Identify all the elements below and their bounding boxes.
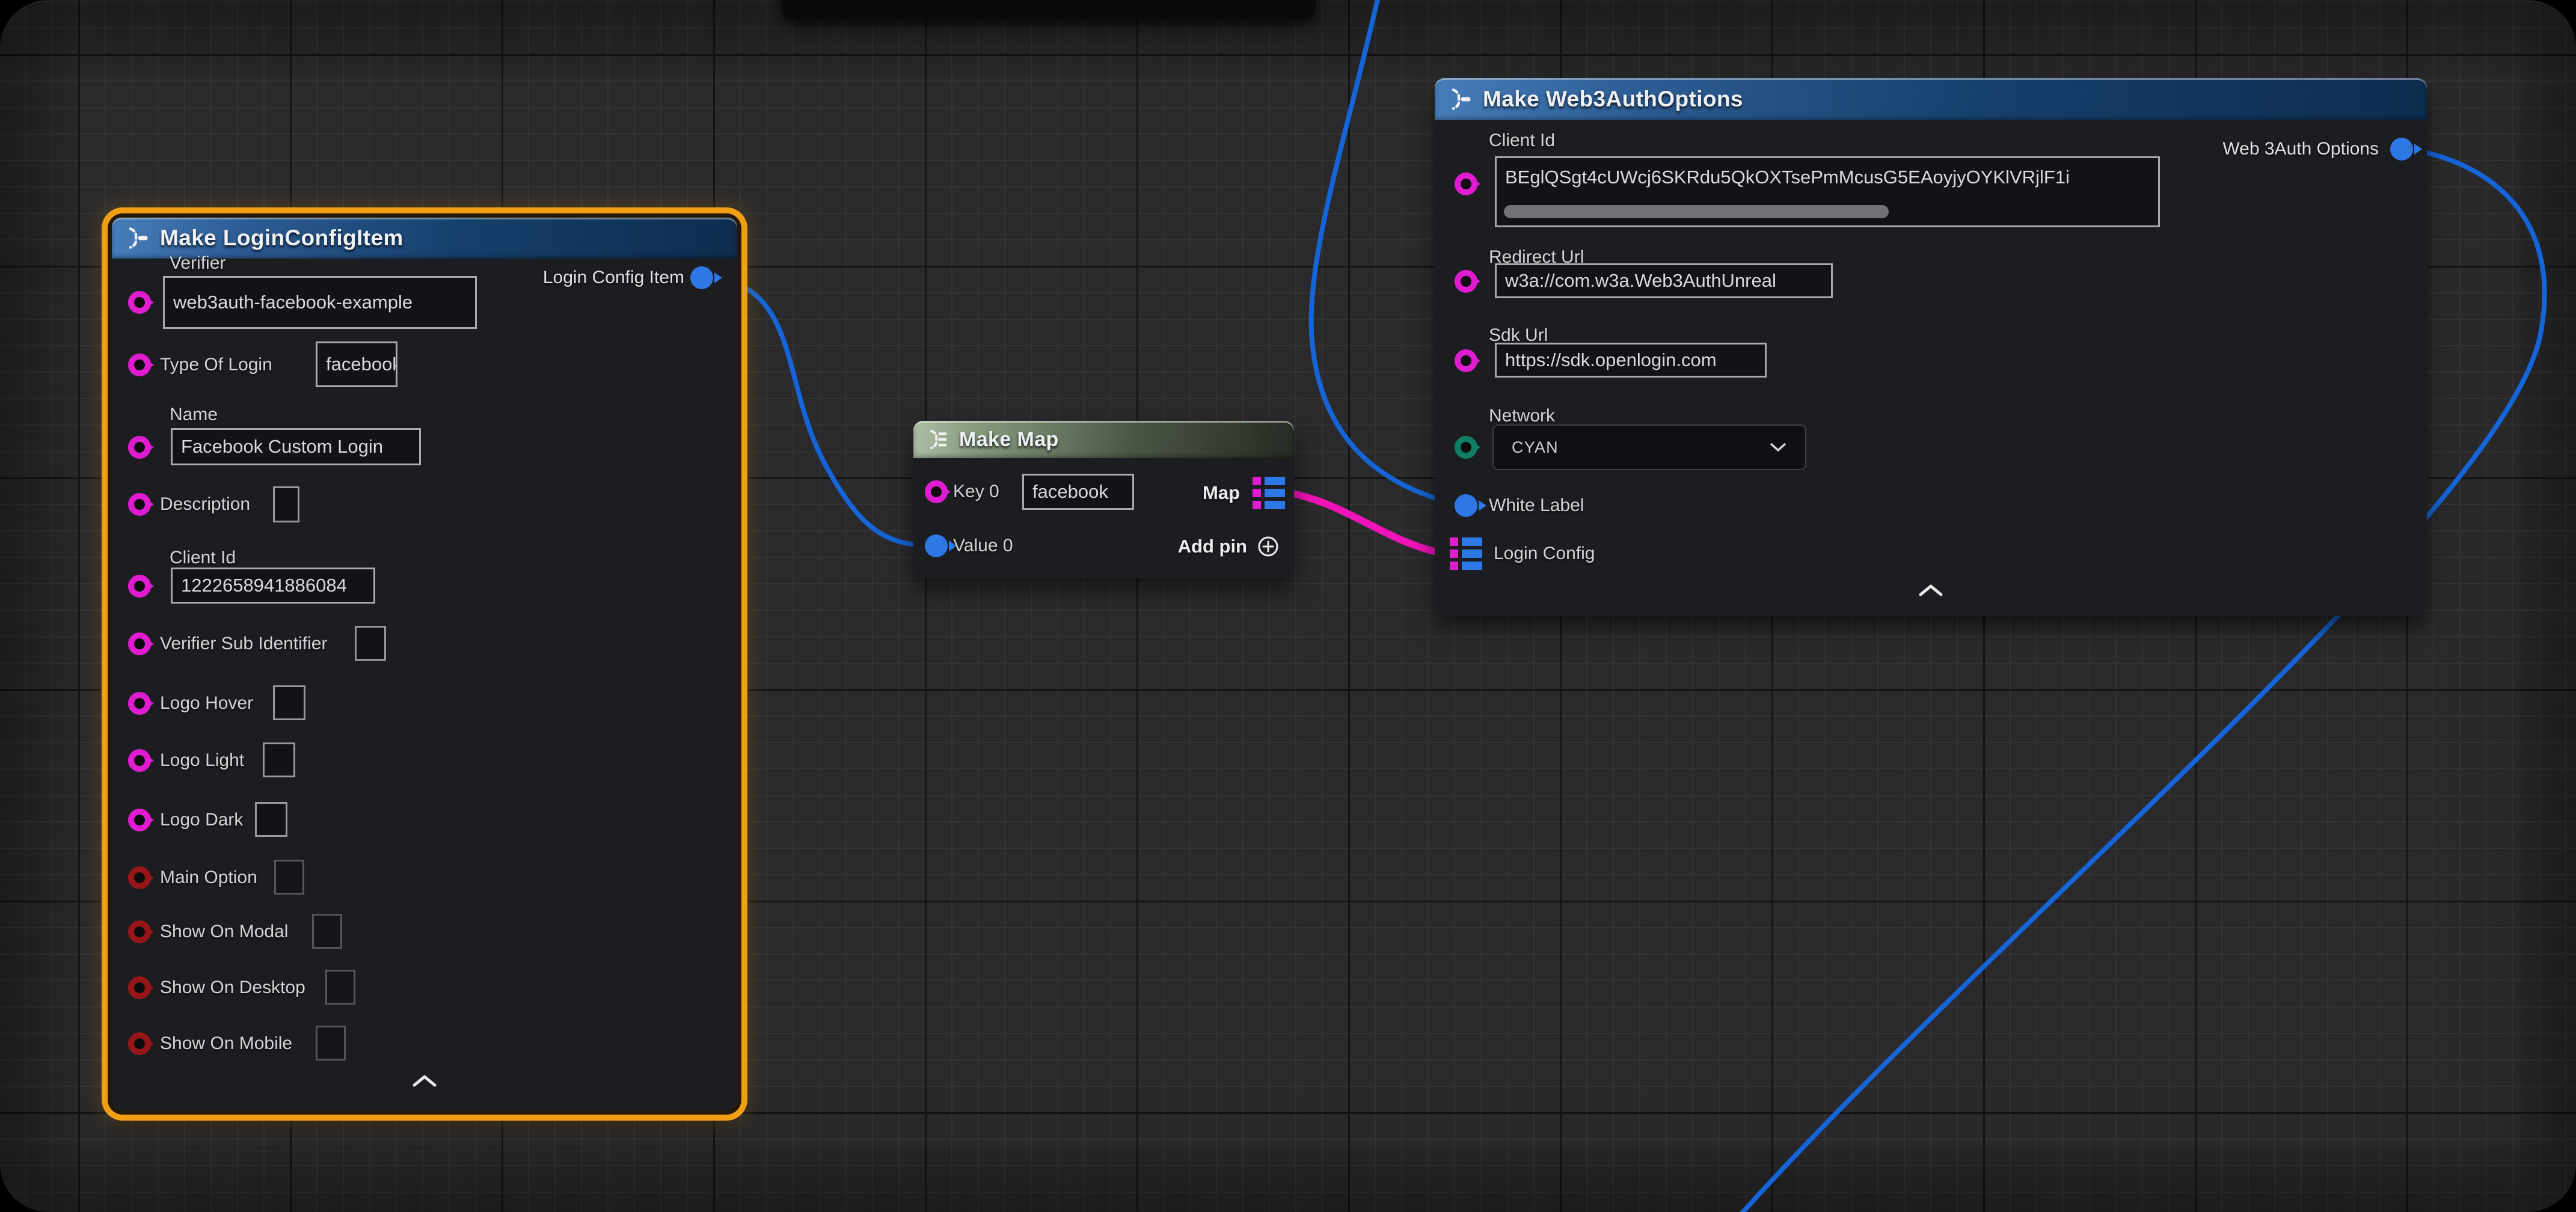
pin-label-network: Network <box>1489 405 1555 427</box>
pin-verifier[interactable] <box>128 291 151 314</box>
pin-label-show-on-desktop: Show On Desktop <box>160 977 305 999</box>
node-title: Make Map <box>959 428 1059 451</box>
node-title: Make LoginConfigItem <box>160 225 403 251</box>
pin-label-value-0: Value 0 <box>953 535 1013 557</box>
collapse-node-button[interactable] <box>411 1074 438 1091</box>
pin-label-show-on-modal: Show On Modal <box>160 921 288 943</box>
pin-label-name: Name <box>170 404 218 426</box>
logo-dark-input[interactable] <box>255 802 287 837</box>
pin-login-config[interactable] <box>1450 537 1482 570</box>
wire-login-config-item-to-value0 <box>713 278 931 546</box>
verifier-sub-identifier-input[interactable] <box>355 626 386 661</box>
pin-label-logo-light: Logo Light <box>160 750 244 771</box>
collapse-node-button[interactable] <box>1918 583 1944 601</box>
pin-label-verifier: Verifier <box>170 252 225 274</box>
output-pin-label: Web 3Auth Options <box>2222 138 2379 160</box>
verifier-input[interactable]: web3auth-facebook-example <box>163 276 477 329</box>
sdk-url-input[interactable]: https://sdk.openlogin.com <box>1495 343 1767 378</box>
pin-show-on-mobile[interactable] <box>128 1032 151 1055</box>
make-struct-icon <box>1447 86 1473 112</box>
network-selected-value: CYAN <box>1512 438 1559 457</box>
network-dropdown[interactable]: CYAN <box>1492 424 1806 470</box>
output-pin-map[interactable] <box>1253 477 1285 509</box>
make-struct-icon <box>124 225 150 251</box>
show-on-modal-checkbox[interactable] <box>312 914 342 949</box>
show-on-desktop-checkbox[interactable] <box>325 970 355 1005</box>
output-pin-login-config-item[interactable] <box>690 266 713 289</box>
client-id-value: BEglQSgt4cUWcj6SKRdu5QkOXTsePmMcusG5EAoy… <box>1505 167 2070 188</box>
pin-label-white-label: White Label <box>1489 495 1584 516</box>
add-pin-plus-icon <box>1256 534 1281 559</box>
pin-key-0[interactable] <box>925 480 948 503</box>
node-make-loginconfigitem[interactable]: Make LoginConfigItem Login Config Item V… <box>112 218 737 1110</box>
main-option-checkbox[interactable] <box>274 860 304 895</box>
redirect-url-input[interactable]: w3a://com.w3a.Web3AuthUnreal <box>1495 263 1833 298</box>
pin-main-option[interactable] <box>128 866 151 889</box>
pin-logo-light[interactable] <box>128 749 151 772</box>
client-id-scrollbar[interactable] <box>1504 205 1889 218</box>
output-pin-label-map: Map <box>1203 482 1240 504</box>
node-header[interactable]: Make Map <box>913 421 1294 458</box>
pin-label-verifier-sub-identifier: Verifier Sub Identifier <box>160 633 327 655</box>
pin-label-description: Description <box>160 494 250 515</box>
name-input[interactable]: Facebook Custom Login <box>171 428 421 465</box>
pin-show-on-modal[interactable] <box>128 920 151 943</box>
pin-client-id[interactable] <box>1455 173 1477 195</box>
pin-label-key-0: Key 0 <box>953 481 999 503</box>
wire-map-to-login-config <box>1290 493 1442 553</box>
add-pin-button[interactable]: Add pin <box>1178 534 1281 559</box>
show-on-mobile-checkbox[interactable] <box>316 1026 346 1060</box>
type-of-login-input[interactable]: facebook <box>316 341 397 387</box>
pin-type-of-login[interactable] <box>128 354 151 376</box>
node-make-web3authoptions[interactable]: Make Web3AuthOptions Web 3Auth Options C… <box>1435 78 2427 616</box>
pin-verifier-sub-identifier[interactable] <box>128 632 151 655</box>
pin-label-client-id: Client Id <box>170 547 236 569</box>
key-0-input[interactable]: facebook <box>1022 474 1134 510</box>
pin-name[interactable] <box>128 436 151 459</box>
logo-light-input[interactable] <box>263 742 295 777</box>
node-make-map[interactable]: Make Map Key 0 facebook Map Value 0 Add … <box>913 421 1294 578</box>
pin-description[interactable] <box>128 493 151 516</box>
node-title: Make Web3AuthOptions <box>1483 87 1743 112</box>
client-id-input[interactable]: 1222658941886084 <box>171 568 375 604</box>
pin-show-on-desktop[interactable] <box>128 976 151 999</box>
pin-white-label[interactable] <box>1455 494 1477 517</box>
offscreen-node-partial[interactable] <box>782 0 1316 19</box>
pin-sdk-url[interactable] <box>1455 349 1477 372</box>
pin-value-0[interactable] <box>925 534 948 557</box>
description-input[interactable] <box>273 486 299 522</box>
logo-hover-input[interactable] <box>273 685 305 720</box>
pin-redirect-url[interactable] <box>1455 270 1477 293</box>
pin-label-type-of-login: Type Of Login <box>160 354 272 376</box>
output-pin-label: Login Config Item <box>543 267 684 289</box>
pin-label-logo-hover: Logo Hover <box>160 693 253 714</box>
blueprint-graph-canvas[interactable]: Make LoginConfigItem Login Config Item V… <box>0 0 2576 1212</box>
make-map-icon <box>925 427 949 451</box>
pin-label-main-option: Main Option <box>160 867 257 889</box>
output-pin-web3auth-options[interactable] <box>2390 138 2413 161</box>
pin-label-logo-dark: Logo Dark <box>160 809 243 831</box>
pin-logo-hover[interactable] <box>128 692 151 715</box>
pin-client-id[interactable] <box>128 575 151 598</box>
node-header[interactable]: Make Web3AuthOptions <box>1435 78 2427 120</box>
client-id-input[interactable]: BEglQSgt4cUWcj6SKRdu5QkOXTsePmMcusG5EAoy… <box>1495 156 2160 227</box>
pin-logo-dark[interactable] <box>128 809 151 831</box>
pin-label-client-id: Client Id <box>1489 130 1555 152</box>
pin-network[interactable] <box>1455 436 1477 459</box>
pin-label-login-config: Login Config <box>1494 543 1595 565</box>
chevron-down-icon <box>1769 442 1787 453</box>
pin-label-show-on-mobile: Show On Mobile <box>160 1033 292 1054</box>
add-pin-label: Add pin <box>1178 536 1247 557</box>
